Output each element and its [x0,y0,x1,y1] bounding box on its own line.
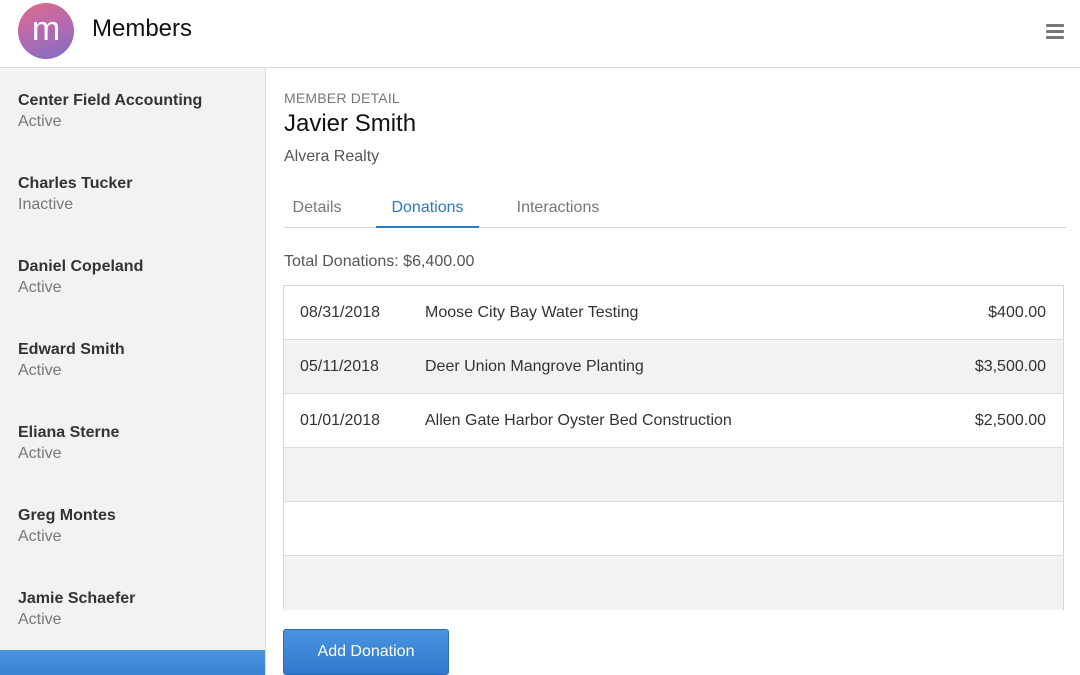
member-status: Active [18,445,62,462]
donation-description: Allen Gate Harbor Oyster Bed Constructio… [425,412,732,429]
member-list-item[interactable]: Charles Tucker Inactive [0,151,265,234]
empty-table-row [284,556,1063,610]
member-name: Edward Smith [18,341,125,358]
member-status: Inactive [18,196,74,213]
hamburger-menu-icon[interactable] [1046,24,1064,40]
member-name: Daniel Copeland [18,258,144,275]
member-status: Active [18,113,62,130]
tab-interactions[interactable]: Interactions [508,199,608,228]
app-logo[interactable]: m [18,3,74,59]
donations-table: 08/31/2018 Moose City Bay Water Testing … [283,285,1064,610]
member-company: Alvera Realty [284,148,380,165]
member-status: Active [18,611,62,628]
add-donation-button[interactable]: Add Donation [283,629,449,675]
donation-description: Deer Union Mangrove Planting [425,358,644,375]
donation-date: 01/01/2018 [300,412,381,429]
member-name: Greg Montes [18,507,116,524]
detail-tabs: Details Donations Interactions [284,199,1066,228]
table-row[interactable]: 08/31/2018 Moose City Bay Water Testing … [284,286,1063,340]
logo-letter: m [31,10,61,48]
member-list-item[interactable]: Greg Montes Active [0,483,265,566]
member-list-item[interactable]: Edward Smith Active [0,317,265,400]
donation-amount: $3,500.00 [974,358,1046,375]
member-list-item[interactable]: Eliana Sterne Active [0,400,265,483]
empty-table-row [284,502,1063,556]
member-name: Eliana Sterne [18,424,120,441]
member-status: Active [18,279,62,296]
app-title: Members [92,15,193,42]
donation-amount: $2,500.00 [974,412,1046,429]
member-detail-panel: MEMBER DETAIL Javier Smith Alvera Realty… [266,68,1080,675]
member-name: Charles Tucker [18,175,133,192]
app-header: m Members [0,0,1080,68]
empty-table-row [284,448,1063,502]
member-list-item[interactable]: Center Field Accounting Active [0,68,265,151]
donation-date: 05/11/2018 [300,358,379,375]
member-name: Center Field Accounting [18,92,203,109]
selected-member-item[interactable] [0,650,265,675]
total-donations: Total Donations: $6,400.00 [284,253,475,270]
member-list-item[interactable]: Daniel Copeland Active [0,234,265,317]
member-detail-name: Javier Smith [284,110,417,137]
donation-amount: $400.00 [988,304,1046,321]
tab-details[interactable]: Details [284,199,350,228]
member-status: Active [18,362,62,379]
tab-donations[interactable]: Donations [376,199,479,228]
table-row[interactable]: 05/11/2018 Deer Union Mangrove Planting … [284,340,1063,394]
table-row[interactable]: 01/01/2018 Allen Gate Harbor Oyster Bed … [284,394,1063,448]
donation-date: 08/31/2018 [300,304,381,321]
member-list-item[interactable]: Jamie Schaefer Active [0,566,265,649]
section-eyebrow: MEMBER DETAIL [284,90,400,106]
donation-description: Moose City Bay Water Testing [425,304,639,321]
member-list-sidebar: Center Field Accounting Active Charles T… [0,68,266,675]
member-name: Jamie Schaefer [18,590,136,607]
member-status: Active [18,528,62,545]
